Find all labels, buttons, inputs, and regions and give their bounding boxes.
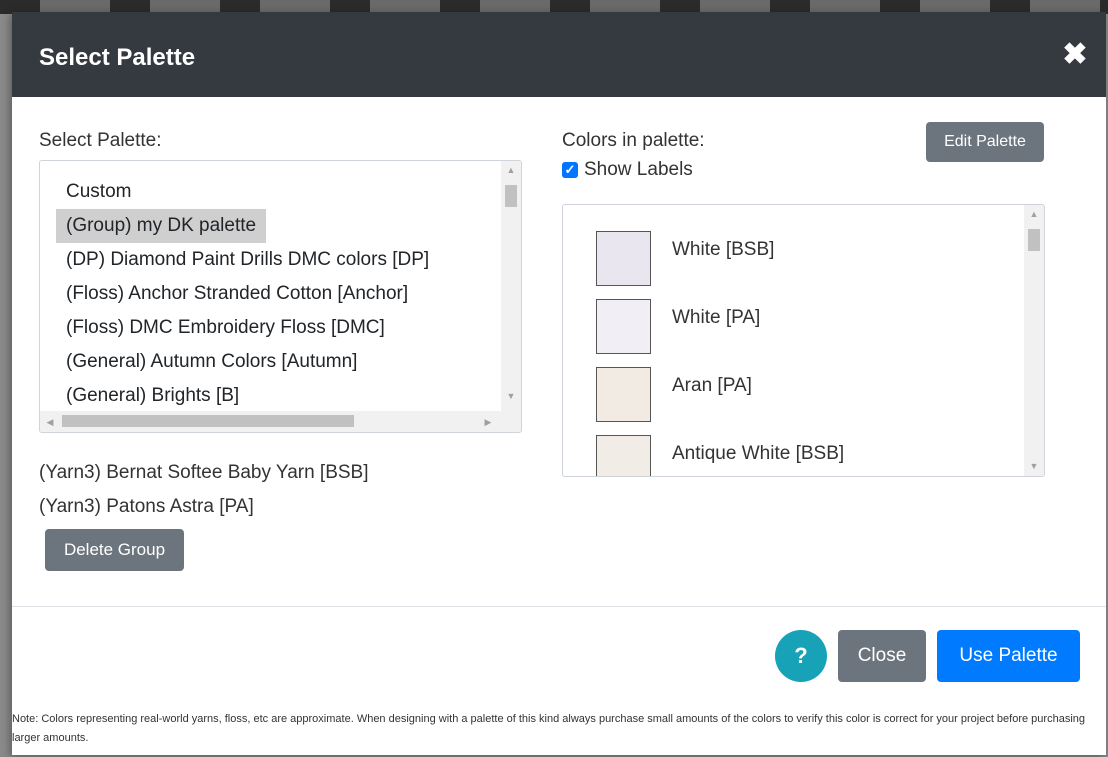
color-swatch [596,299,651,354]
delete-group-button[interactable]: Delete Group [45,529,184,571]
colors-vertical-scrollbar[interactable]: ▲ ▼ [1024,205,1044,476]
select-palette-dialog: Select Palette ✖ Select Palette: Custom … [12,12,1106,755]
swatch-label: White [PA] [672,307,761,328]
swatch-label: Aran [PA] [672,375,752,396]
palette-option[interactable]: (DP) Diamond Paint Drills DMC colors [DP… [56,243,439,277]
color-swatch [596,367,651,422]
checkbox-checked-icon[interactable]: ✓ [562,162,578,178]
select-palette-label: Select Palette: [39,130,162,151]
help-button[interactable]: ? [775,630,827,682]
scroll-up-icon[interactable]: ▲ [501,161,521,179]
show-labels-toggle[interactable]: ✓ Show Labels [562,159,693,181]
close-button[interactable]: Close [838,630,926,682]
palette-option[interactable]: (Floss) DMC Embroidery Floss [DMC] [56,311,439,345]
palette-option[interactable]: (Floss) Anchor Stranded Cotton [Anchor] [56,277,439,311]
scroll-thumb[interactable] [1028,229,1040,251]
swatch-label: Antique White [BSB] [672,443,845,464]
dialog-title: Select Palette [39,44,196,71]
palette-option[interactable]: (General) Autumn Colors [Autumn] [56,345,439,379]
edit-palette-button[interactable]: Edit Palette [926,122,1044,162]
scroll-down-icon[interactable]: ▼ [1024,457,1044,475]
swatch-item[interactable]: White [BSB] [596,231,774,286]
scroll-down-icon[interactable]: ▼ [501,387,521,405]
group-member-item: (Yarn3) Bernat Softee Baby Yarn [BSB] [39,462,369,483]
swatch-item[interactable]: White [PA] [596,299,760,354]
palette-list-vertical-scrollbar[interactable]: ▲ ▼ [501,161,521,413]
show-labels-text: Show Labels [584,159,693,180]
approximate-colors-note: Note: Colors representing real-world yar… [12,713,1085,744]
horizontal-scroll-thumb[interactable] [62,415,354,427]
palette-option[interactable]: Custom [56,175,439,209]
palette-option[interactable]: (General) Brights [B] [56,379,439,413]
colors-in-palette-label: Colors in palette: [562,130,705,151]
swatch-item[interactable]: Antique White [BSB] [596,435,844,476]
scroll-left-icon[interactable]: ◀ [40,413,60,431]
palette-list-horizontal-scrollbar[interactable]: ◀ ▶ [40,411,521,432]
color-swatch [596,231,651,286]
scroll-thumb[interactable] [505,185,517,207]
use-palette-button[interactable]: Use Palette [937,630,1080,682]
color-swatch [596,435,651,476]
scroll-up-icon[interactable]: ▲ [1024,205,1044,223]
palette-option-selected[interactable]: (Group) my DK palette [56,209,267,243]
close-icon[interactable]: ✖ [1060,38,1090,72]
scroll-right-icon[interactable]: ▶ [478,413,498,431]
swatch-label: White [BSB] [672,239,775,260]
palette-listbox[interactable]: Custom (Group) my DK palette (DP) Diamon… [39,160,522,433]
dialog-header: Select Palette ✖ [12,12,1106,97]
group-member-item: (Yarn3) Patons Astra [PA] [39,496,254,517]
footer-divider [12,606,1106,607]
swatch-item[interactable]: Aran [PA] [596,367,752,422]
palette-colors-list[interactable]: White [BSB] White [PA] Aran [PA] Antique… [562,204,1045,477]
